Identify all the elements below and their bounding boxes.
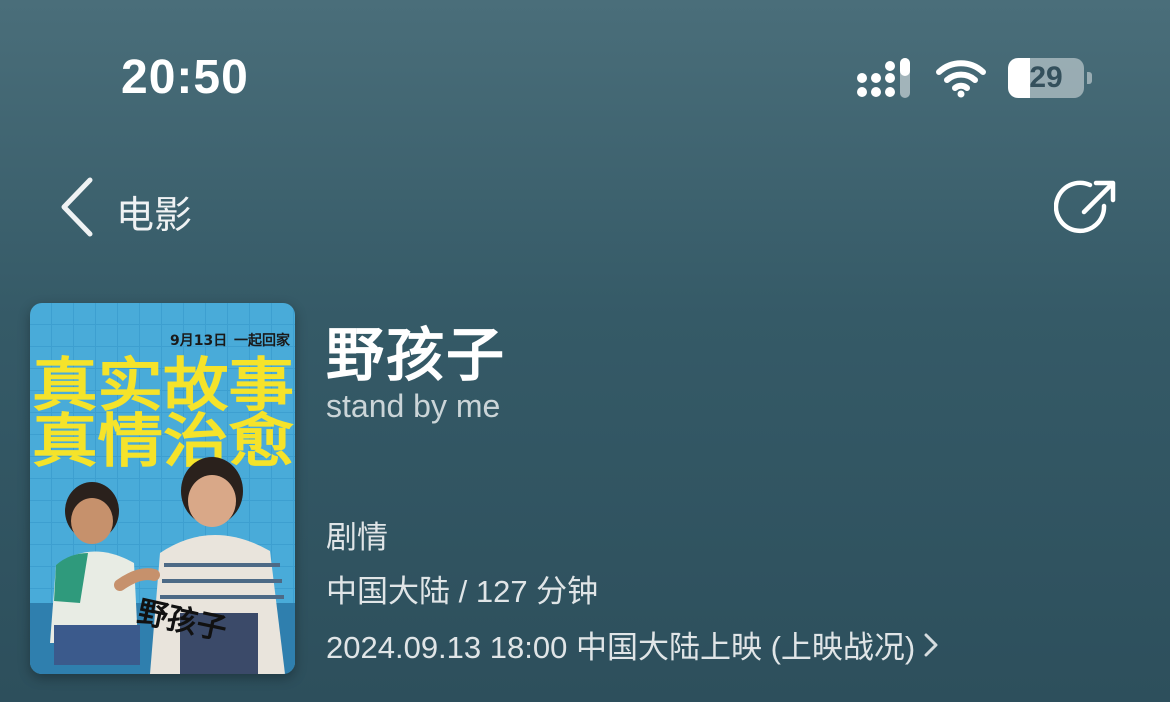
poster-slogan: 一起回家: [234, 332, 291, 349]
chevron-right-icon: [924, 633, 938, 656]
movie-poster-art: 9月13日 一起回家 真实故事 真情治愈 野孩子: [30, 303, 295, 674]
wifi-icon: [936, 60, 986, 98]
movie-title: 野孩子: [326, 323, 507, 388]
release-info-text: 2024.09.13 18:00 中国大陆上映 (上映战况): [326, 630, 916, 665]
battery-tip: [1087, 72, 1092, 84]
movie-poster[interactable]: 9月13日 一起回家 真实故事 真情治愈 野孩子: [30, 303, 295, 674]
movie-region-duration: 中国大陆 / 127 分钟: [326, 574, 599, 609]
poster-headline-2: 真情治愈: [32, 407, 294, 475]
back-button-label[interactable]: 电影: [116, 184, 192, 239]
status-time: 20:50: [121, 51, 249, 104]
share-icon[interactable]: [1054, 176, 1120, 242]
battery-level-text: 29: [1029, 61, 1063, 94]
poster-date: 9月13日: [170, 333, 227, 349]
battery-indicator: 29: [1008, 58, 1092, 98]
cellular-signal-icon: [857, 58, 910, 98]
movie-genre: 剧情: [326, 520, 388, 555]
release-info-link[interactable]: 2024.09.13 18:00 中国大陆上映 (上映战况): [326, 622, 939, 667]
movie-english-title: stand by me: [326, 388, 501, 424]
chevron-left-icon[interactable]: [56, 174, 100, 240]
